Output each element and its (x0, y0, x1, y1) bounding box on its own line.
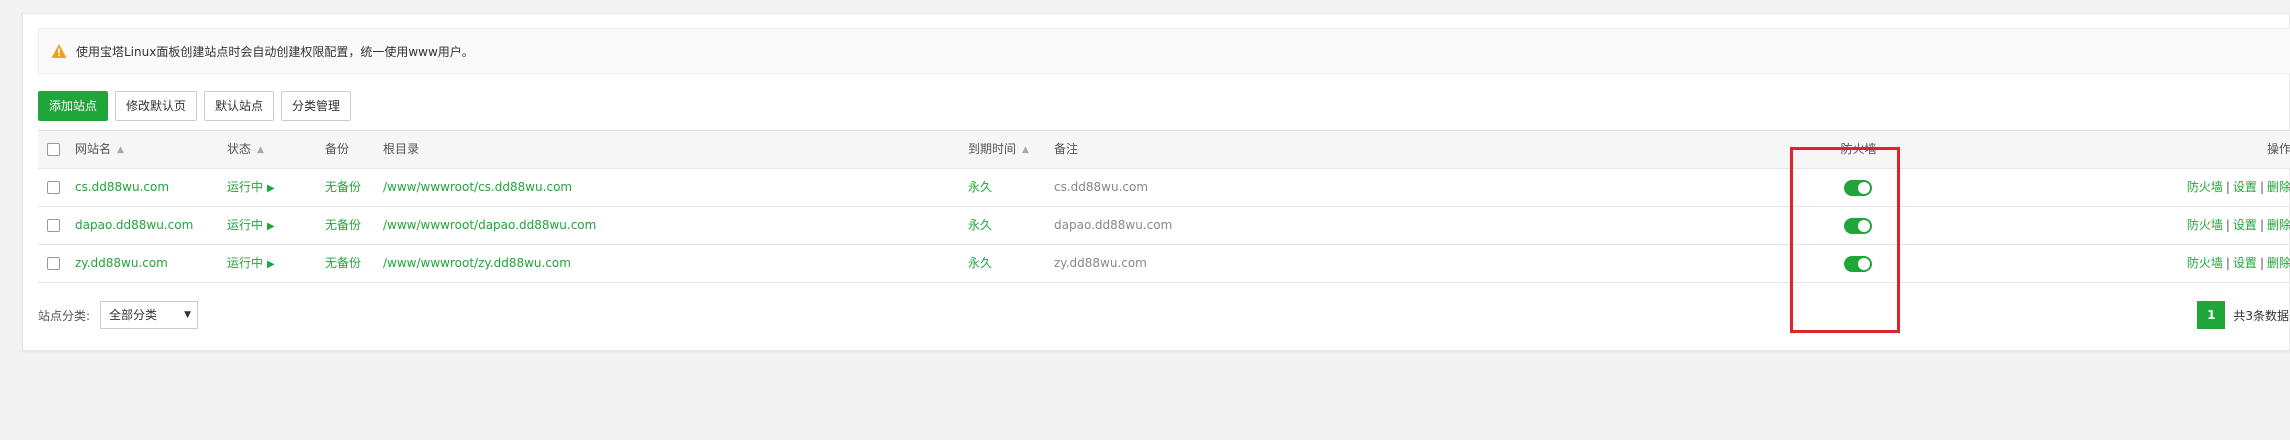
row-checkbox[interactable] (47, 257, 60, 270)
pagination: 1 共3条数据 (2197, 301, 2289, 329)
category-selected-value: 全部分类 (109, 308, 158, 322)
separator: | (2259, 180, 2264, 194)
header-ops: 操作 (2266, 142, 2290, 156)
play-icon: ▶ (267, 221, 275, 232)
note-field[interactable]: zy.dd88wu.com (1054, 245, 1147, 283)
expire-link[interactable]: 永久 (968, 169, 992, 207)
edit-default-page-button[interactable]: 修改默认页 (115, 91, 198, 121)
play-icon: ▶ (267, 259, 275, 270)
expire-link[interactable]: 永久 (968, 245, 992, 283)
add-site-button[interactable]: 添加站点 (38, 91, 109, 121)
header-site-name[interactable]: 网站名 ▲ (75, 131, 124, 169)
firewall-link[interactable]: 防火墙 (2187, 180, 2223, 194)
toolbar: 添加站点 修改默认页 默认站点 分类管理 (38, 91, 352, 121)
site-name-link[interactable]: dapao.dd88wu.com (75, 207, 193, 245)
header-status[interactable]: 状态 ▲ (227, 131, 264, 169)
separator: | (2225, 256, 2230, 270)
settings-link[interactable]: 设置 (2233, 218, 2257, 232)
sort-up-icon: ▲ (257, 145, 264, 155)
firewall-link[interactable]: 防火墙 (2187, 256, 2223, 270)
row-actions: 防火墙 | 设置 | 删除 (2187, 169, 2290, 207)
notice-text: 使用宝塔Linux面板创建站点时会自动创建权限配置，统一使用www用户。 (76, 44, 474, 59)
expire-link[interactable]: 永久 (968, 207, 992, 245)
category-label: 站点分类: (38, 308, 91, 323)
root-dir-link[interactable]: /www/wwwroot/zy.dd88wu.com (383, 245, 571, 283)
table-row: cs.dd88wu.com 运行中 ▶ 无备份 /www/wwwroot/cs.d… (38, 169, 2290, 207)
firewall-link[interactable]: 防火墙 (2187, 218, 2223, 232)
permission-notice: 使用宝塔Linux面板创建站点时会自动创建权限配置，统一使用www用户。 (38, 28, 2290, 74)
settings-link[interactable]: 设置 (2233, 256, 2257, 270)
page-1-button[interactable]: 1 (2197, 301, 2226, 329)
row-checkbox[interactable] (47, 219, 60, 232)
category-filter: 站点分类: 全部分类 ▼ (38, 301, 199, 329)
default-site-button[interactable]: 默认站点 (204, 91, 275, 121)
table-row: dapao.dd88wu.com 运行中 ▶ 无备份 /www/wwwroot/d… (38, 207, 2290, 245)
note-field[interactable]: dapao.dd88wu.com (1054, 207, 1172, 245)
backup-link[interactable]: 无备份 (325, 245, 361, 283)
header-backup: 备份 (325, 142, 350, 156)
row-actions: 防火墙 | 设置 | 删除 (2187, 245, 2290, 283)
status-toggle[interactable]: 运行中 ▶ (227, 169, 275, 207)
sort-up-icon: ▲ (1022, 145, 1029, 155)
category-select[interactable]: 全部分类 ▼ (100, 301, 199, 329)
table-header-row: 网站名 ▲ 状态 ▲ 备份 根目录 到期时间 ▲ 备注 防火墙 操作 (38, 131, 2290, 169)
caret-down-icon: ▼ (184, 310, 192, 320)
site-name-link[interactable]: zy.dd88wu.com (75, 245, 168, 283)
separator: | (2259, 218, 2264, 232)
select-all-checkbox[interactable] (47, 143, 60, 156)
header-note: 备注 (1054, 142, 1079, 156)
sort-up-icon: ▲ (117, 145, 124, 155)
firewall-highlight-box (1790, 147, 1900, 333)
status-toggle[interactable]: 运行中 ▶ (227, 207, 275, 245)
play-icon: ▶ (267, 183, 275, 194)
backup-link[interactable]: 无备份 (325, 207, 361, 245)
row-actions: 防火墙 | 设置 | 删除 (2187, 207, 2290, 245)
delete-link[interactable]: 删除 (2267, 256, 2290, 270)
delete-link[interactable]: 删除 (2267, 180, 2290, 194)
status-toggle[interactable]: 运行中 ▶ (227, 245, 275, 283)
total-count: 共3条数据 (2233, 308, 2289, 323)
sites-panel: 使用宝塔Linux面板创建站点时会自动创建权限配置，统一使用www用户。 添加站… (22, 13, 2290, 351)
settings-link[interactable]: 设置 (2233, 180, 2257, 194)
separator: | (2225, 218, 2230, 232)
note-field[interactable]: cs.dd88wu.com (1054, 169, 1148, 207)
root-dir-link[interactable]: /www/wwwroot/dapao.dd88wu.com (383, 207, 596, 245)
delete-link[interactable]: 删除 (2267, 218, 2290, 232)
header-root-dir: 根目录 (383, 142, 420, 156)
backup-link[interactable]: 无备份 (325, 169, 361, 207)
table-row: zy.dd88wu.com 运行中 ▶ 无备份 /www/wwwroot/zy.d… (38, 245, 2290, 283)
warning-icon (51, 44, 67, 58)
row-checkbox[interactable] (47, 181, 60, 194)
site-name-link[interactable]: cs.dd88wu.com (75, 169, 169, 207)
separator: | (2259, 256, 2264, 270)
header-expire[interactable]: 到期时间 ▲ (968, 131, 1029, 169)
root-dir-link[interactable]: /www/wwwroot/cs.dd88wu.com (383, 169, 572, 207)
category-manage-button[interactable]: 分类管理 (281, 91, 352, 121)
sites-table: 网站名 ▲ 状态 ▲ 备份 根目录 到期时间 ▲ 备注 防火墙 操作 cs.dd88w… (38, 130, 2290, 283)
separator: | (2225, 180, 2230, 194)
